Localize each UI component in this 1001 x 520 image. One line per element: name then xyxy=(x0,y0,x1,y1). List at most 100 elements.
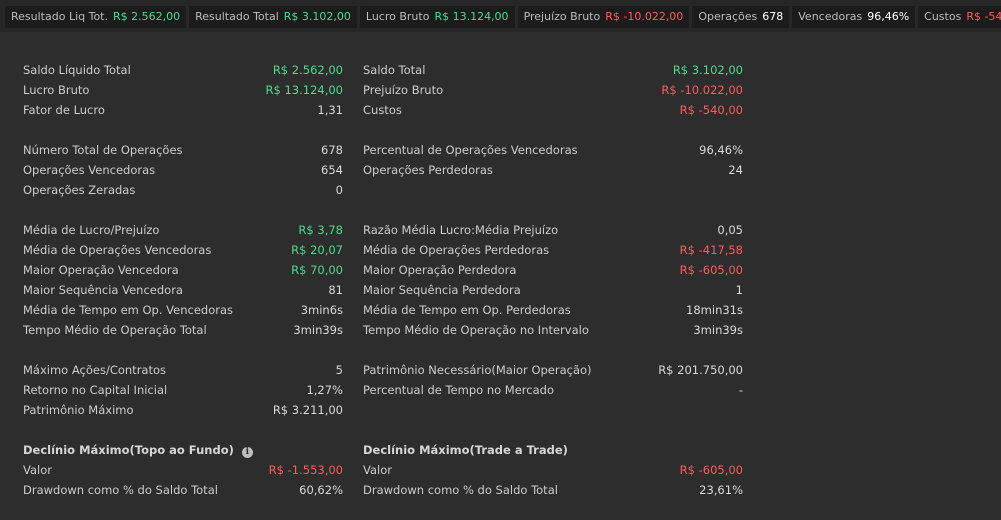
summary-pill-value: R$ -10.022,00 xyxy=(605,10,684,23)
metric-label-right xyxy=(363,400,663,420)
metric-value-right-text: R$ -417,58 xyxy=(679,243,743,257)
summary-pill: Resultado Total R$ 3.102,00 xyxy=(189,6,357,28)
metric-value-right-text: 24 xyxy=(728,163,743,177)
summary-pill-value: R$ -540,00 xyxy=(966,10,1001,23)
metric-value-left: 1,27% xyxy=(263,380,343,400)
metric-label-left-text: Patrimônio Máximo xyxy=(23,403,134,417)
metric-value-left-text: R$ 2.562,00 xyxy=(272,63,343,77)
metric-label-right: Percentual de Tempo no Mercado xyxy=(363,380,663,400)
metric-row: Número Total de Operações 678 Percentual d… xyxy=(23,140,743,160)
metric-value-left-text: R$ 20,07 xyxy=(291,243,343,257)
metric-row: Média de Lucro/Prejuízo R$ 3,78 Razão Médi… xyxy=(23,220,743,240)
metric-label-left-text: Fator de Lucro xyxy=(23,103,105,117)
summary-pill-label: Lucro Bruto xyxy=(365,10,430,23)
metric-value-right: R$ 3.102,00 xyxy=(643,60,743,80)
metric-label-left-text: Máximo Ações/Contratos xyxy=(23,363,167,377)
metric-label-right: Patrimônio Necessário(Maior Operação) xyxy=(363,360,663,380)
metric-label-left: Número Total de Operações xyxy=(23,140,263,160)
metric-value-right-text: 96,46% xyxy=(699,143,743,157)
summary-pill-value: R$ 13.124,00 xyxy=(434,10,509,23)
metric-label-right: Maior Sequência Perdedora xyxy=(363,280,663,300)
metric-value-right: 23,61% xyxy=(643,480,743,500)
metric-row: Patrimônio Máximo R$ 3.211,00 xyxy=(23,400,743,420)
metric-value-right-text: R$ -540,00 xyxy=(679,103,743,117)
metric-value-left: 5 xyxy=(263,360,343,380)
metric-value-left: R$ -1.553,00 xyxy=(263,460,343,480)
metric-label-right-text: Patrimônio Necessário(Maior Operação) xyxy=(363,363,592,377)
metric-label-left: Operações Zeradas xyxy=(23,180,263,200)
metric-label-left: Saldo Líquido Total xyxy=(23,60,263,80)
metric-label-right-text: Custos xyxy=(363,103,402,117)
metric-value-right-text: 3min39s xyxy=(693,323,743,337)
summary-pill-label: Operações xyxy=(698,10,758,23)
metric-label-right: Tempo Médio de Operação no Intervalo xyxy=(363,320,663,340)
metric-value-left-text: 1,27% xyxy=(306,383,343,397)
metric-value-right xyxy=(643,180,743,200)
metric-value-left-text: R$ 3.211,00 xyxy=(272,403,343,417)
metric-row: Operações Vencedoras 654 Operações Perdedo… xyxy=(23,160,743,180)
metric-row: Maior Sequência Vencedora 81 Maior Sequênc… xyxy=(23,280,743,300)
metric-label-left: Tempo Médio de Operação Total xyxy=(23,320,263,340)
metric-value-left: R$ 13.124,00 xyxy=(263,80,344,100)
metric-label-left: Operações Vencedoras xyxy=(23,160,263,180)
metric-value-left-text: 3min39s xyxy=(293,323,343,337)
metric-value-left-text: 3min6s xyxy=(300,303,343,317)
metric-label-left-text: Média de Lucro/Prejuízo xyxy=(23,223,160,237)
metric-row: Máximo Ações/Contratos 5 Patrimônio Necess… xyxy=(23,360,743,380)
metric-value-right-text: - xyxy=(738,383,743,397)
metric-value-right-text: R$ -605,00 xyxy=(679,263,743,277)
summary-pill: Operações 678 xyxy=(692,6,790,28)
summary-pill: Resultado Liq Tot. R$ 2.562,00 xyxy=(5,6,187,28)
metric-label-left-text: Maior Operação Vencedora xyxy=(23,263,179,277)
metric-value-left: 0 xyxy=(263,180,343,200)
metric-label-left-text: Lucro Bruto xyxy=(23,83,90,97)
section-title-left: Declínio Máximo(Topo ao Fundo) i xyxy=(23,440,263,460)
metric-value-left-text: R$ 70,00 xyxy=(291,263,343,277)
metric-value-left: 81 xyxy=(263,280,343,300)
metric-label-left-text: Número Total de Operações xyxy=(23,143,183,157)
metric-row: Média de Tempo em Op. Vencedoras 3min6s Mé… xyxy=(23,300,743,320)
summary-pill-label: Custos xyxy=(924,10,962,23)
metric-label-right xyxy=(363,180,663,200)
metric-row: Valor R$ -1.553,00 Valor R$ -605,00 xyxy=(23,460,743,480)
metric-value-right-text: R$ 201.750,00 xyxy=(658,363,743,377)
metric-value-left: 678 xyxy=(263,140,343,160)
metric-label-left: Fator de Lucro xyxy=(23,100,263,120)
metric-label-right: Maior Operação Perdedora xyxy=(363,260,663,280)
section-header-row: Declínio Máximo(Topo ao Fundo) i Declínio … xyxy=(23,440,743,460)
metric-label-right: Custos xyxy=(363,100,663,120)
metric-label-left-text: Drawdown como % do Saldo Total xyxy=(23,483,218,497)
info-icon[interactable]: i xyxy=(241,447,253,458)
metric-value-right-text: R$ -605,00 xyxy=(679,463,743,477)
metric-value-left: 60,62% xyxy=(263,480,343,500)
section-title-left-text: Declínio Máximo(Topo ao Fundo) xyxy=(23,443,234,457)
metric-value-right: 96,46% xyxy=(643,140,743,160)
metric-value-left-text: 5 xyxy=(335,363,343,377)
metric-value-left-text: 1,31 xyxy=(317,103,343,117)
metric-label-right: Média de Tempo em Op. Perdedoras xyxy=(363,300,663,320)
metric-label-left: Média de Lucro/Prejuízo xyxy=(23,220,263,240)
metric-row: Média de Operações Vencedoras R$ 20,07 Méd… xyxy=(23,240,743,260)
section-title-right: Declínio Máximo(Trade a Trade) xyxy=(363,440,663,460)
summary-pill: Lucro Bruto R$ 13.124,00 xyxy=(359,6,515,28)
metric-row: Maior Operação Vencedora R$ 70,00 Maior Op… xyxy=(23,260,743,280)
metric-value-left-text: 81 xyxy=(328,283,343,297)
metric-value-left: R$ 3,78 xyxy=(263,220,343,240)
performance-grid: Saldo Líquido Total R$ 2.562,00 Saldo Tota… xyxy=(23,60,743,500)
metric-row: Operações Zeradas 0 xyxy=(23,180,743,200)
metric-label-left: Retorno no Capital Inicial xyxy=(23,380,263,400)
metric-value-right: R$ -605,00 xyxy=(643,260,743,280)
metric-value-left-text: 0 xyxy=(335,183,343,197)
metric-value-right: R$ -10.022,00 xyxy=(643,80,743,100)
metric-label-right-text: Prejuízo Bruto xyxy=(363,83,444,97)
metric-label-left-text: Valor xyxy=(23,463,52,477)
metric-label-right-text: Valor xyxy=(363,463,392,477)
metric-label-left-text: Média de Operações Vencedoras xyxy=(23,243,212,257)
metric-label-left: Patrimônio Máximo xyxy=(23,400,263,420)
metric-value-left: 3min6s xyxy=(263,300,343,320)
summary-pill-value: R$ 3.102,00 xyxy=(283,10,351,23)
metric-row: Saldo Líquido Total R$ 2.562,00 Saldo Tota… xyxy=(23,60,743,80)
summary-pill-value: R$ 2.562,00 xyxy=(113,10,181,23)
